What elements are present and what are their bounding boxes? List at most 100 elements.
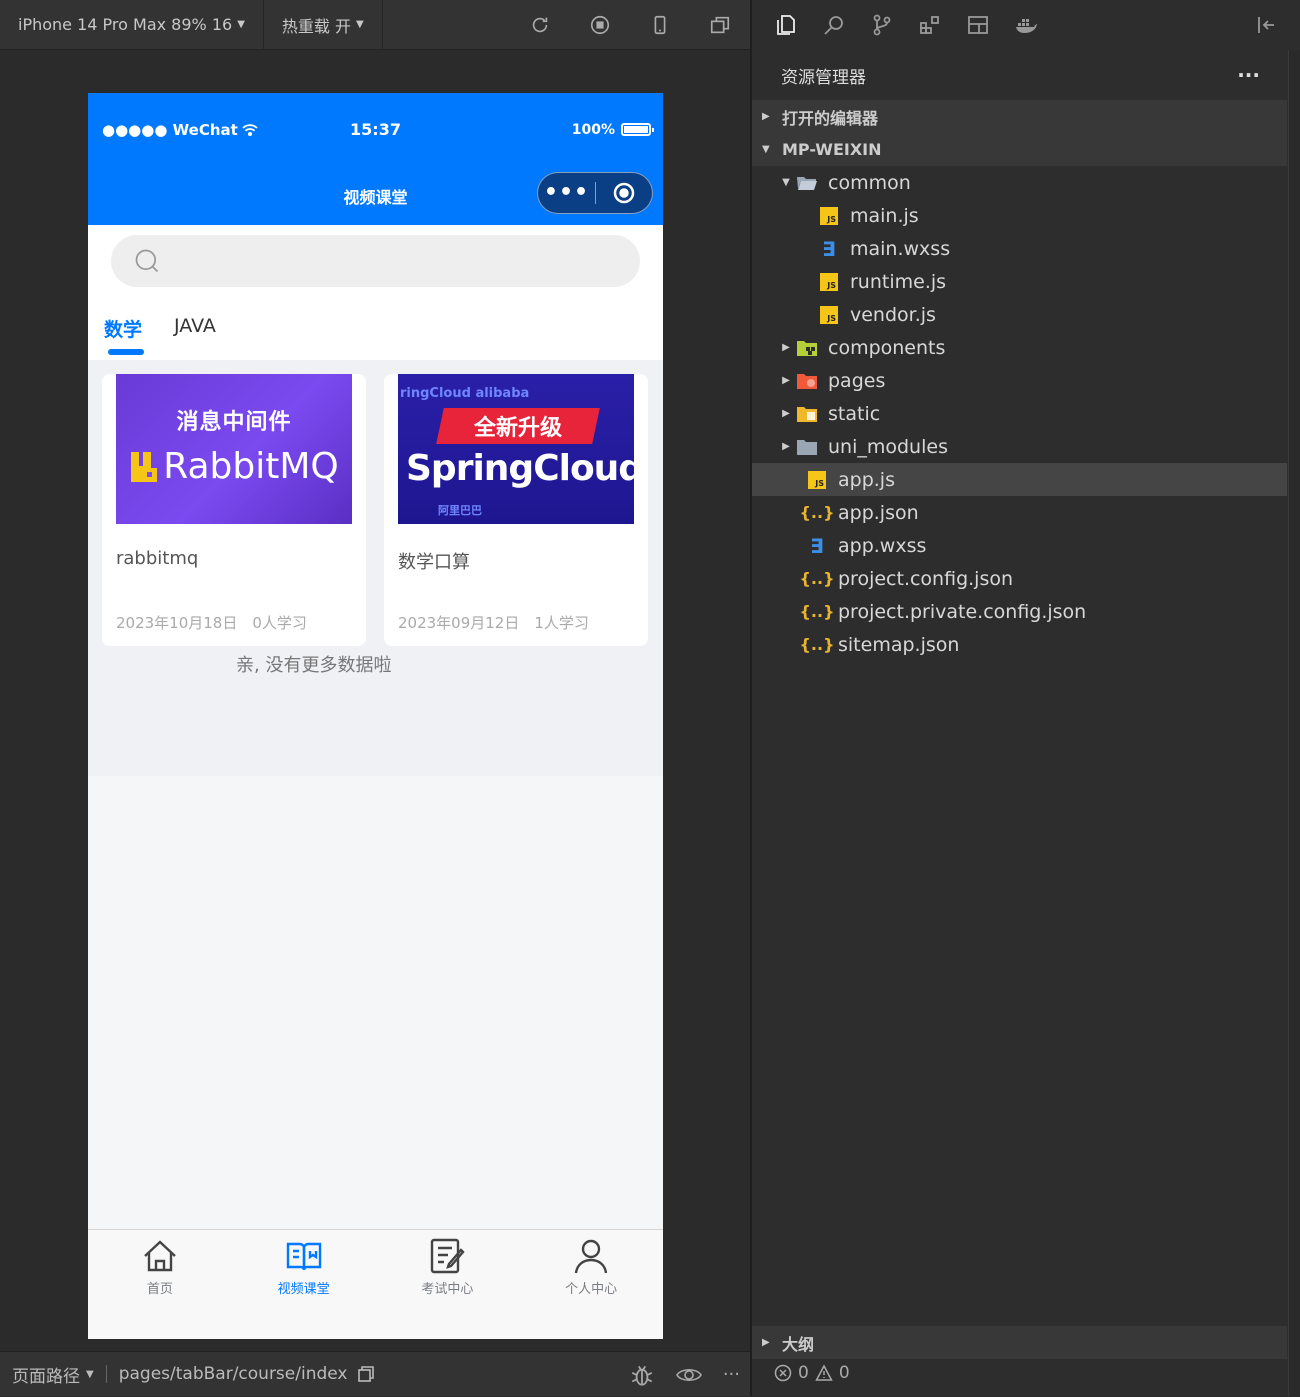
tree-item-project-config[interactable]: {..} project.config.json <box>752 562 1287 595</box>
bug-icon[interactable] <box>629 1362 655 1388</box>
open-editors-section[interactable]: ▶ 打开的编辑器 <box>752 100 1287 133</box>
tree-item-vendor-js[interactable]: JS vendor.js <box>752 298 1287 331</box>
tree-item-pages[interactable]: ▶ pages <box>752 364 1287 397</box>
css-file-icon: ∃ <box>810 533 824 558</box>
tabbar-item-exam[interactable]: 考试中心 <box>376 1230 520 1339</box>
tree-item-main-js[interactable]: JS main.js <box>752 199 1287 232</box>
simulator-footer: 页面路径 ▼ pages/tabBar/course/index ··· <box>0 1351 750 1396</box>
tree-item-label: main.js <box>850 204 919 227</box>
course-card[interactable]: 消息中间件 RabbitMQ rabbitmq 2023年10月18日 0人学习 <box>102 374 366 646</box>
layout-icon <box>968 16 988 34</box>
tree-item-uni-modules[interactable]: ▶ uni_modules <box>752 430 1287 463</box>
tabbar-label: 考试中心 <box>421 1282 474 1297</box>
tree-item-runtime-js[interactable]: JS runtime.js <box>752 265 1287 298</box>
tree-item-app-wxss[interactable]: ∃ app.wxss <box>752 529 1287 562</box>
problems-status[interactable]: 0 0 <box>774 1361 850 1385</box>
explorer-panel: 资源管理器 ··· ▶ 打开的编辑器 ▼ MP-WEIXIN ▼ common … <box>752 0 1300 1396</box>
rabbitmq-logo-icon <box>131 451 158 482</box>
docker-icon <box>1016 19 1037 33</box>
tabbar-item-home[interactable]: 首页 <box>88 1230 232 1339</box>
chevron-down-icon: ▼ <box>782 177 790 188</box>
chevron-right-icon: ▶ <box>762 1337 770 1348</box>
phone-screen: ●●●●● WeChat 15:37 100% 视频课堂 ••• 数学 JAVA <box>88 93 663 1339</box>
scrollbar[interactable] <box>1288 50 1300 1396</box>
tabbar-item-profile[interactable]: 个人中心 <box>519 1230 663 1339</box>
course-meta: 2023年10月18日 0人学习 <box>116 612 352 633</box>
chevron-down-icon: ▼ <box>86 1368 94 1380</box>
error-count: 0 <box>798 1363 809 1383</box>
project-section[interactable]: ▼ MP-WEIXIN <box>752 133 1287 166</box>
refresh-button[interactable] <box>510 0 570 50</box>
refresh-icon <box>532 17 548 33</box>
phone-mode-button[interactable] <box>630 0 690 50</box>
tree-item-app-json[interactable]: {..} app.json <box>752 496 1287 529</box>
category-tabs: 数学 JAVA <box>88 299 663 360</box>
tree-item-static[interactable]: ▶ static <box>752 397 1287 430</box>
chevron-down-icon: ▼ <box>237 19 245 30</box>
course-title: rabbitmq <box>116 548 199 569</box>
tree-item-app-js[interactable]: JS app.js <box>752 463 1287 496</box>
search-area <box>88 225 663 299</box>
thumb-brand: RabbitMQ <box>163 446 339 487</box>
search-input[interactable] <box>111 235 640 287</box>
search-button[interactable] <box>810 0 858 50</box>
course-list: 消息中间件 RabbitMQ rabbitmq 2023年10月18日 0人学习… <box>88 360 663 646</box>
tab-math[interactable]: 数学 <box>104 315 145 355</box>
error-icon <box>774 1364 792 1382</box>
stop-button[interactable] <box>570 0 630 50</box>
files-icon <box>777 15 795 35</box>
tabbar-item-course[interactable]: 视频课堂 <box>232 1230 376 1339</box>
page-path-label[interactable]: 页面路径 <box>12 1362 80 1387</box>
source-control-button[interactable] <box>858 0 906 50</box>
collapse-panel-button[interactable] <box>1242 0 1290 50</box>
battery-icon <box>621 123 654 136</box>
project-label: MP-WEIXIN <box>782 140 882 159</box>
tabbar-label: 首页 <box>146 1282 173 1297</box>
search-icon <box>824 16 843 35</box>
open-editors-label: 打开的编辑器 <box>782 108 879 128</box>
device-select[interactable]: iPhone 14 Pro Max 89% 16 ▼ <box>0 0 264 50</box>
new-window-button[interactable] <box>690 0 750 50</box>
explorer-button[interactable] <box>762 0 810 50</box>
css-file-icon: ∃ <box>822 236 836 261</box>
copy-icon[interactable] <box>357 1365 375 1383</box>
more-icon[interactable]: ··· <box>723 1364 740 1385</box>
eye-icon[interactable] <box>675 1363 703 1387</box>
tree-item-label: static <box>828 402 881 425</box>
json-file-icon: {..} <box>799 635 835 654</box>
capsule-menu: ••• <box>537 172 653 214</box>
docker-button[interactable] <box>1002 0 1050 50</box>
more-button[interactable]: ••• <box>538 182 595 204</box>
file-tree: ▼ common JS main.js ∃ main.wxss JS runti… <box>752 166 1300 661</box>
tree-item-common[interactable]: ▼ common <box>752 166 1287 199</box>
tree-item-label: main.wxss <box>850 237 951 260</box>
tree-item-main-wxss[interactable]: ∃ main.wxss <box>752 232 1287 265</box>
chevron-right-icon: ▶ <box>782 441 790 452</box>
outline-section[interactable]: ▶ 大纲 <box>752 1326 1287 1359</box>
close-button[interactable] <box>596 181 652 205</box>
search-icon <box>135 249 159 273</box>
extensions-icon <box>920 16 939 34</box>
window-icon <box>710 16 730 34</box>
tree-item-label: app.wxss <box>838 534 927 557</box>
tree-item-components[interactable]: ▶ components <box>752 331 1287 364</box>
components-folder-icon <box>796 337 818 359</box>
tree-item-label: sitemap.json <box>838 633 960 656</box>
no-more-data: 亲, 没有更多数据啦 <box>236 655 392 676</box>
tree-item-project-private-config[interactable]: {..} project.private.config.json <box>752 595 1287 628</box>
tree-item-label: pages <box>828 369 886 392</box>
course-thumbnail: ringCloud alibaba 全新升级 SpringCloud 阿里巴巴 <box>398 374 634 524</box>
hot-reload-toggle[interactable]: 热重载 开 ▼ <box>264 0 383 50</box>
thumb-bottom: 阿里巴巴 <box>438 504 482 517</box>
course-card[interactable]: ringCloud alibaba 全新升级 SpringCloud 阿里巴巴 … <box>384 374 648 646</box>
panel-layout-button[interactable] <box>954 0 1002 50</box>
tree-item-sitemap[interactable]: {..} sitemap.json <box>752 628 1287 661</box>
json-file-icon: {..} <box>799 602 835 621</box>
extensions-button[interactable] <box>906 0 954 50</box>
course-thumbnail: 消息中间件 RabbitMQ <box>116 374 352 524</box>
more-actions-icon[interactable]: ··· <box>1237 63 1260 87</box>
tab-java[interactable]: JAVA <box>174 315 216 337</box>
tree-item-label: runtime.js <box>850 270 947 293</box>
phone-icon <box>654 15 666 35</box>
outline-label: 大纲 <box>782 1334 815 1354</box>
